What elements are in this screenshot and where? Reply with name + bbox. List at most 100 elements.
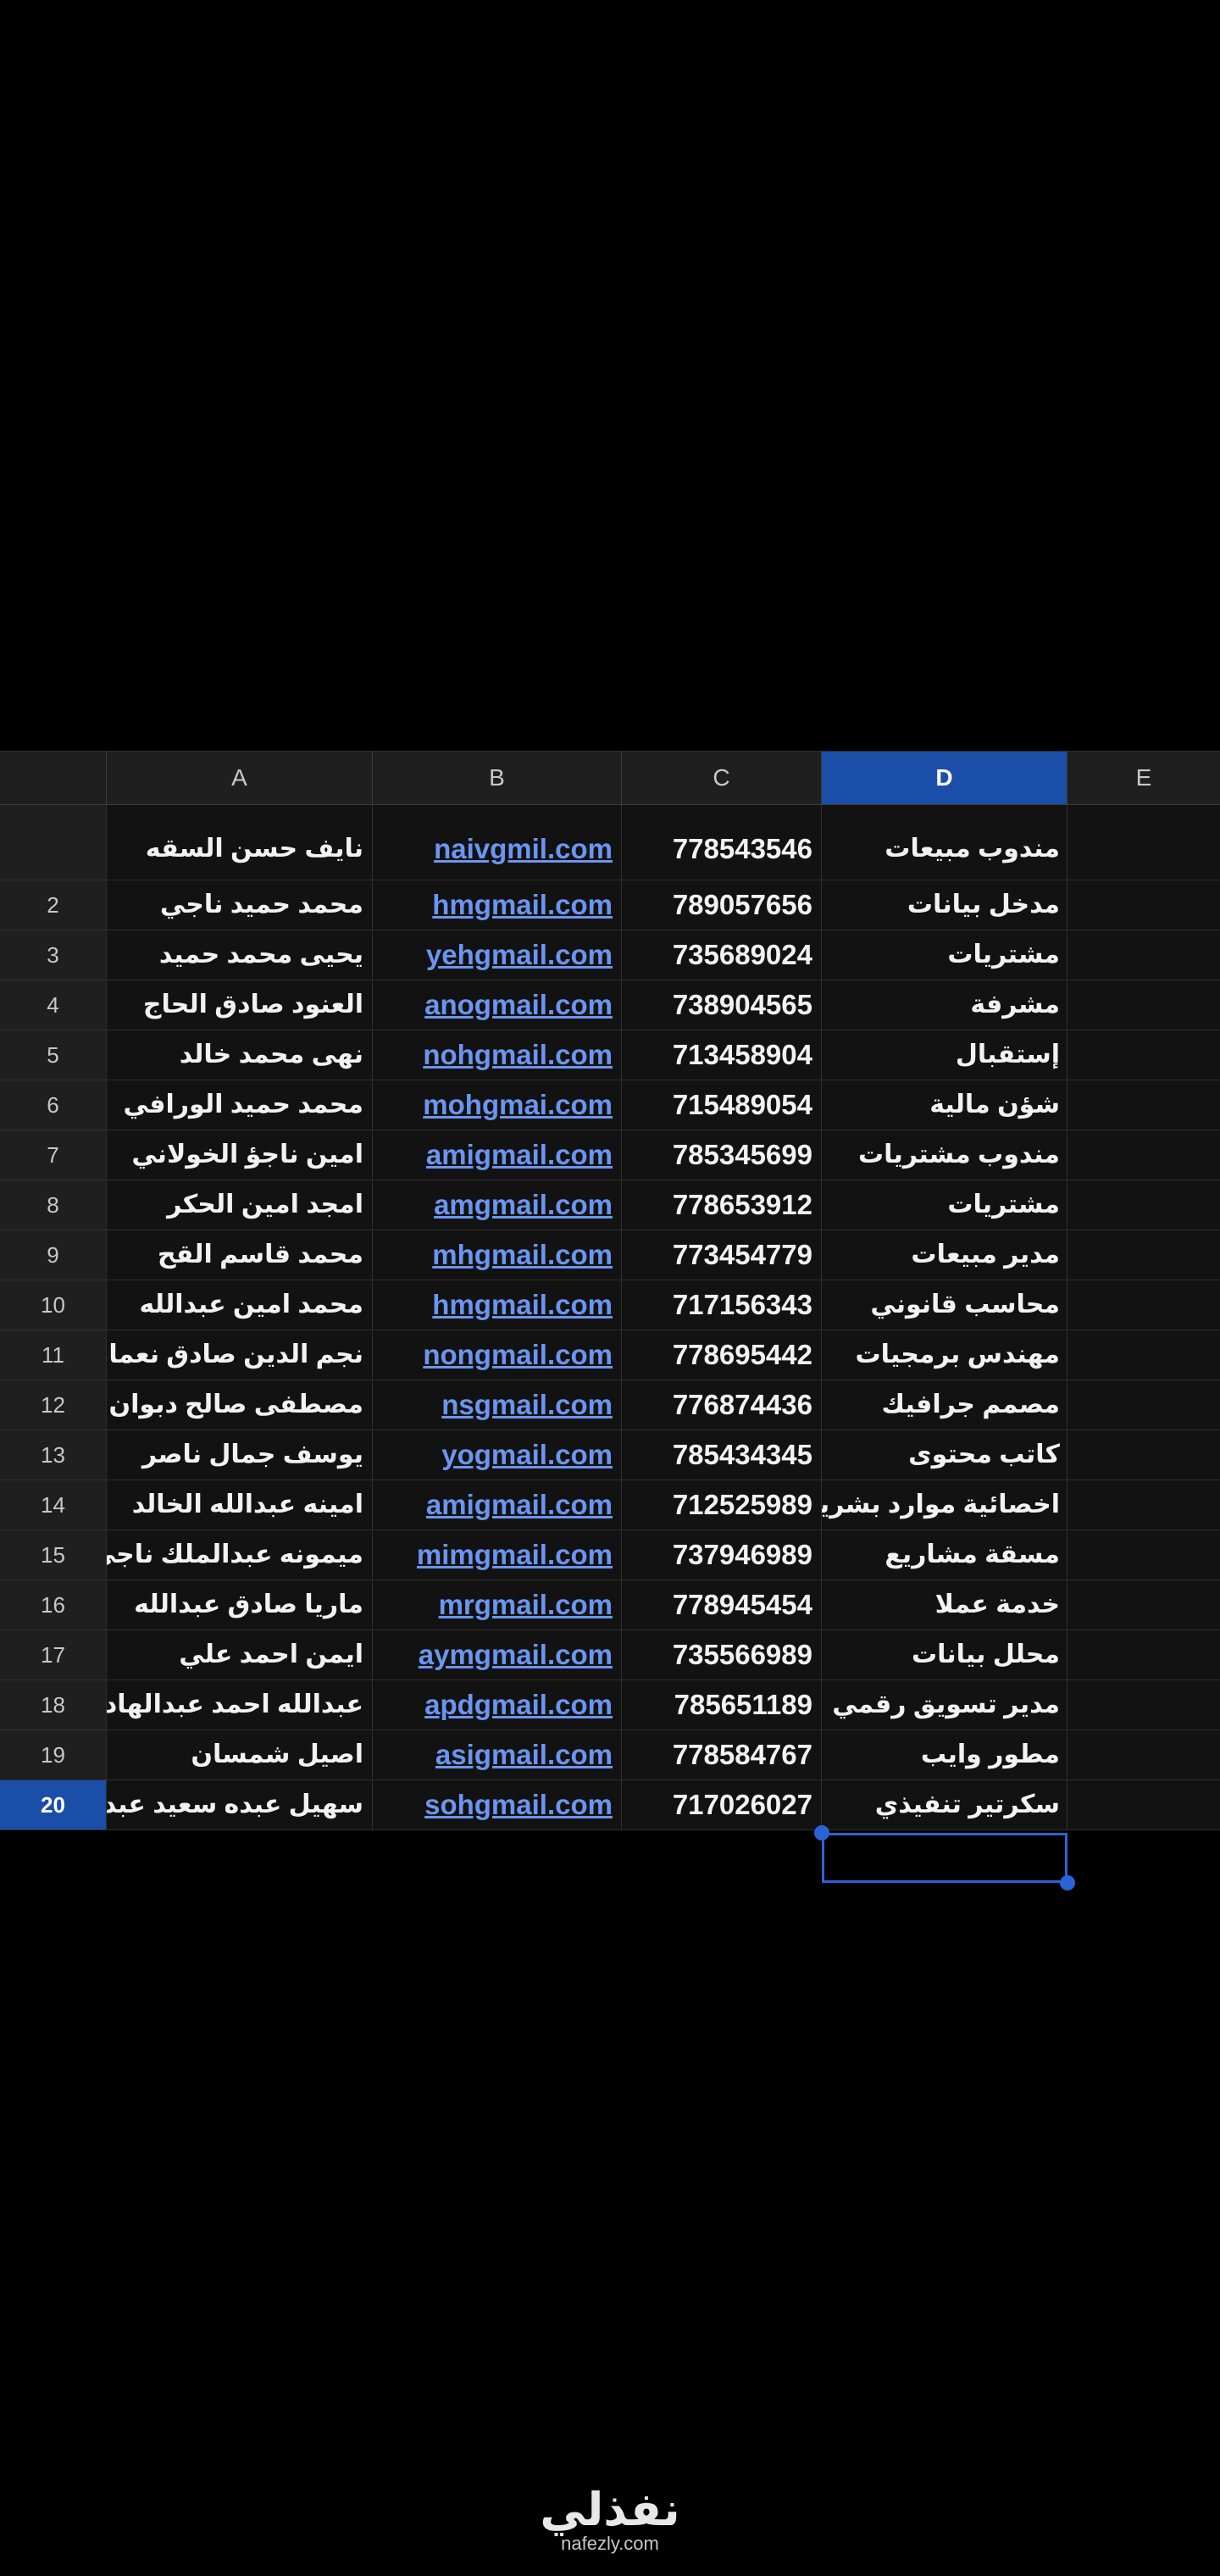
row-number[interactable]: 18: [0, 1680, 107, 1729]
name-cell[interactable]: سهيل عبده سعيد عبده: [107, 1780, 373, 1829]
phone-cell[interactable]: 773454779: [622, 1230, 822, 1280]
row-number[interactable]: 14: [0, 1480, 107, 1530]
job-cell[interactable]: شؤن مالية: [822, 1080, 1068, 1130]
empty-cell[interactable]: [1068, 1780, 1220, 1829]
name-cell[interactable]: نهى محمد خالد: [107, 1030, 373, 1080]
row-number[interactable]: 3: [0, 930, 107, 980]
phone-cell[interactable]: 717156343: [622, 1280, 822, 1330]
job-cell[interactable]: مهندس برمجيات: [822, 1330, 1068, 1380]
phone-cell[interactable]: 778543546: [622, 805, 822, 880]
phone-cell[interactable]: 738904565: [622, 980, 822, 1030]
job-cell[interactable]: مندوب مشتريات: [822, 1130, 1068, 1180]
empty-cell[interactable]: [1068, 1230, 1220, 1280]
selection-handle-top[interactable]: [814, 1825, 829, 1840]
empty-cell[interactable]: [1068, 1380, 1220, 1430]
email-cell[interactable]: hmgmail.com: [373, 880, 622, 930]
row-number[interactable]: 6: [0, 1080, 107, 1130]
phone-cell[interactable]: 778945454: [622, 1580, 822, 1629]
column-header-d[interactable]: D: [822, 752, 1068, 804]
name-cell[interactable]: نايف حسن السقه: [107, 805, 373, 880]
name-cell[interactable]: يحيى محمد حميد: [107, 930, 373, 980]
row-number[interactable]: 4: [0, 980, 107, 1030]
row-number[interactable]: 9: [0, 1230, 107, 1280]
empty-cell[interactable]: [1068, 1080, 1220, 1130]
job-cell[interactable]: مشرفة: [822, 980, 1068, 1030]
empty-cell[interactable]: [1068, 1730, 1220, 1779]
job-cell[interactable]: مدخل بيانات: [822, 880, 1068, 930]
name-cell[interactable]: يوسف جمال ناصر: [107, 1430, 373, 1480]
phone-cell[interactable]: 785345699: [622, 1130, 822, 1180]
name-cell[interactable]: العنود صادق الحاج: [107, 980, 373, 1030]
column-header-b[interactable]: B: [373, 752, 622, 804]
email-cell[interactable]: nongmail.com: [373, 1330, 622, 1380]
empty-cell[interactable]: [1068, 980, 1220, 1030]
phone-cell[interactable]: 717026027: [622, 1780, 822, 1829]
name-cell[interactable]: محمد حميد الورافي: [107, 1080, 373, 1130]
name-cell[interactable]: محمد حميد ناجي: [107, 880, 373, 930]
row-number[interactable]: 2: [0, 880, 107, 930]
job-cell[interactable]: مندوب مبيعات: [822, 805, 1068, 880]
row-number[interactable]: 17: [0, 1630, 107, 1679]
name-cell[interactable]: ميمونه عبدالملك ناجي: [107, 1530, 373, 1579]
name-cell[interactable]: مصطفى صالح دبوان: [107, 1380, 373, 1430]
name-cell[interactable]: اصيل شمسان: [107, 1730, 373, 1779]
empty-cell[interactable]: [1068, 1430, 1220, 1480]
empty-cell[interactable]: [1068, 1580, 1220, 1629]
empty-cell[interactable]: [1068, 1030, 1220, 1080]
job-cell[interactable]: اخصائية موارد بشريه: [822, 1480, 1068, 1530]
empty-cell[interactable]: [1068, 1280, 1220, 1330]
email-cell[interactable]: mrgmail.com: [373, 1580, 622, 1629]
phone-cell[interactable]: 778695442: [622, 1330, 822, 1380]
job-cell[interactable]: مطور وايب: [822, 1730, 1068, 1779]
empty-cell[interactable]: [1068, 805, 1220, 880]
phone-cell[interactable]: 735689024: [622, 930, 822, 980]
empty-cell[interactable]: [1068, 1180, 1220, 1230]
email-cell[interactable]: asigmail.com: [373, 1730, 622, 1779]
email-cell[interactable]: mimgmail.com: [373, 1530, 622, 1579]
empty-cell[interactable]: [1068, 880, 1220, 930]
empty-cell[interactable]: [1068, 1330, 1220, 1380]
column-header-c[interactable]: C: [622, 752, 822, 804]
name-cell[interactable]: امين ناجؤ الخولاني: [107, 1130, 373, 1180]
column-header-a[interactable]: A: [107, 752, 373, 804]
email-cell[interactable]: mohgmai.com: [373, 1080, 622, 1130]
row-number[interactable]: 13: [0, 1430, 107, 1480]
name-cell[interactable]: امينه عبدالله الخالد: [107, 1480, 373, 1530]
phone-cell[interactable]: 778584767: [622, 1730, 822, 1779]
phone-cell[interactable]: 785651189: [622, 1680, 822, 1729]
name-cell[interactable]: امجد امين الحكر: [107, 1180, 373, 1230]
email-cell[interactable]: aymgmail.com: [373, 1630, 622, 1679]
job-cell[interactable]: إستقبال: [822, 1030, 1068, 1080]
phone-cell[interactable]: 789057656: [622, 880, 822, 930]
job-cell[interactable]: محلل بيانات: [822, 1630, 1068, 1679]
row-number[interactable]: 20: [0, 1780, 107, 1829]
email-cell[interactable]: anogmail.com: [373, 980, 622, 1030]
job-cell[interactable]: مدير مبيعات: [822, 1230, 1068, 1280]
column-header-e[interactable]: E: [1068, 752, 1220, 804]
email-cell[interactable]: yogmail.com: [373, 1430, 622, 1480]
phone-cell[interactable]: 737946989: [622, 1530, 822, 1579]
job-cell[interactable]: مشتريات: [822, 930, 1068, 980]
email-cell[interactable]: yehgmail.com: [373, 930, 622, 980]
job-cell[interactable]: مسقة مشاريع: [822, 1530, 1068, 1579]
phone-cell[interactable]: 713458904: [622, 1030, 822, 1080]
job-cell[interactable]: مصمم جرافيك: [822, 1380, 1068, 1430]
row-number[interactable]: 5: [0, 1030, 107, 1080]
empty-cell[interactable]: [1068, 1630, 1220, 1679]
row-number[interactable]: 8: [0, 1180, 107, 1230]
empty-cell[interactable]: [1068, 1530, 1220, 1579]
job-cell[interactable]: مشتريات: [822, 1180, 1068, 1230]
email-cell[interactable]: hmgmail.com: [373, 1280, 622, 1330]
email-cell[interactable]: amigmail.com: [373, 1480, 622, 1530]
select-all-corner[interactable]: [0, 752, 107, 804]
phone-cell[interactable]: 785434345: [622, 1430, 822, 1480]
row-number[interactable]: 10: [0, 1280, 107, 1330]
selection-handle-bottom[interactable]: [1060, 1875, 1075, 1890]
email-cell[interactable]: nsgmail.com: [373, 1380, 622, 1430]
name-cell[interactable]: ايمن احمد علي: [107, 1630, 373, 1679]
row-number[interactable]: 16: [0, 1580, 107, 1629]
empty-cell[interactable]: [1068, 1130, 1220, 1180]
row-number[interactable]: 11: [0, 1330, 107, 1380]
email-cell[interactable]: nohgmail.com: [373, 1030, 622, 1080]
row-number[interactable]: 7: [0, 1130, 107, 1180]
